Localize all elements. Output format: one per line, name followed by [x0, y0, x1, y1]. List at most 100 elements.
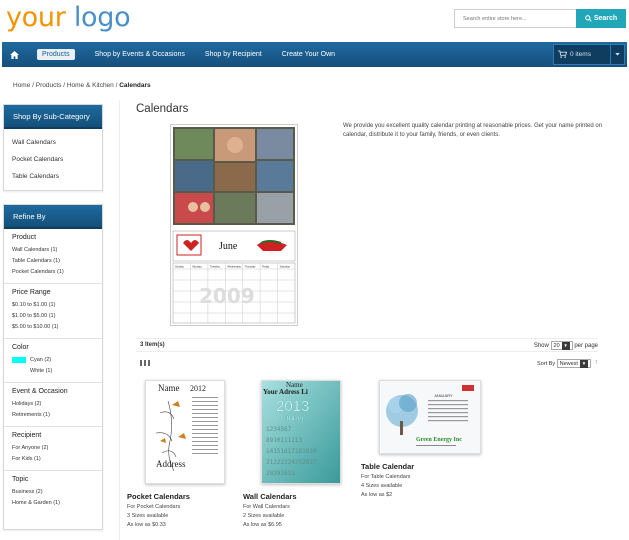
refine-group-title: Product — [12, 234, 37, 241]
sort-select[interactable]: Newest ▼ — [556, 358, 591, 368]
chevron-down-icon[interactable] — [610, 45, 624, 64]
breadcrumb: Home / Products / Home & Kitchen / Calen… — [13, 82, 151, 89]
breadcrumb-path[interactable]: Home / Products / Home & Kitchen / — [13, 82, 119, 89]
nav-item-recipient[interactable]: Shop by Recipient — [195, 42, 272, 67]
subcategory-wall[interactable]: Wall Calendars — [12, 134, 102, 151]
weekday-label: Tuesday — [210, 265, 221, 269]
refine-option-label: White (1) — [30, 368, 53, 374]
refine-option[interactable]: Wall Calendars (1) — [12, 245, 102, 256]
refine-group-title: Topic — [12, 476, 29, 483]
breadcrumb-current: Calendars — [119, 82, 151, 89]
chevron-down-icon: ▼ — [579, 359, 588, 368]
sort-value: Newest — [559, 360, 578, 367]
refine-option[interactable]: $1.00 to $5.00 (1) — [12, 311, 102, 322]
chevron-down-icon: ▼ — [561, 341, 570, 350]
nav-item-products[interactable]: Products — [27, 42, 85, 67]
refine-group-recipient: Recipient For Anyone (2) For Kids (1) — [4, 427, 102, 471]
refine-option[interactable]: Home & Garden (1) — [12, 498, 102, 509]
refine-group-price: Price Range $0.10 to $1.00 (1) $1.00 to … — [4, 284, 102, 339]
svg-text:1234567: 1234567 — [266, 426, 292, 433]
subcategory-panel: Shop By Sub-Category Wall Calendars Pock… — [3, 104, 103, 191]
per-page-value: 20 — [553, 342, 560, 349]
cart-count: 0 items — [570, 51, 591, 58]
sort-direction-arrow-icon[interactable]: ↑ — [595, 359, 599, 366]
nav-item-create[interactable]: Create Your Own — [272, 42, 345, 67]
product-thumbnail[interactable]: Name 2012 Address — [145, 380, 225, 484]
refine-option[interactable]: For Kids (1) — [12, 454, 102, 465]
search-button[interactable]: Search — [576, 9, 626, 28]
subcategory-title: Shop By Sub-Category — [4, 105, 102, 129]
refine-group-product: Product Wall Calendars (1) Table Calenda… — [4, 229, 102, 284]
refine-option-label: Cyan (2) — [30, 357, 52, 363]
thumb-footer: Address — [156, 459, 186, 469]
column-divider — [119, 100, 120, 540]
white-swatch — [12, 367, 26, 374]
site-logo[interactable]: your logo — [6, 2, 131, 33]
product-name[interactable]: Table Calendar — [361, 462, 471, 471]
subcategory-pocket[interactable]: Pocket Calendars — [12, 151, 102, 168]
home-icon — [10, 50, 19, 59]
per-page-label: per page — [574, 342, 598, 349]
home-nav-button[interactable] — [2, 42, 27, 67]
cyan-swatch — [12, 356, 26, 363]
nav-item-events[interactable]: Shop by Events & Occasions — [85, 42, 195, 67]
product-line: For Pocket Calendars — [127, 504, 181, 510]
product-card[interactable]: Name Your Adress Li 2013 October 1234567… — [243, 380, 353, 528]
refine-option[interactable]: Table Calendars (1) — [12, 256, 102, 267]
sorter: Sort By Newest ▼ ↑ — [537, 358, 599, 368]
refine-option-white[interactable]: White (1) — [12, 366, 102, 377]
subcategory-table[interactable]: Table Calendars — [12, 168, 102, 185]
refine-option-cyan[interactable]: Cyan (2) — [12, 355, 102, 366]
search-input[interactable] — [454, 9, 576, 28]
results-toolbar: 3 Item(s) Show 20 ▼ per page — [136, 338, 598, 352]
refine-option[interactable]: $5.00 to $10.00 (1) — [12, 322, 102, 333]
product-line: For Wall Calendars — [243, 504, 290, 510]
refine-group-title: Event & Occasion — [12, 388, 68, 395]
svg-text:8910111213: 8910111213 — [266, 437, 303, 444]
refine-group-event: Event & Occasion Holidays (2) Retirement… — [4, 383, 102, 427]
show-label: Show — [533, 342, 549, 349]
product-thumbnail[interactable]: Name Your Adress Li 2013 October 1234567… — [261, 380, 341, 484]
refine-option[interactable]: Retirements (1) — [12, 410, 102, 421]
refine-group-topic: Topic Business (2) Home & Garden (1) — [4, 471, 102, 514]
item-count: 3 Item(s) — [140, 342, 165, 348]
refine-option[interactable]: Pocket Calendars (1) — [12, 267, 102, 278]
per-page-select[interactable]: 20 ▼ — [550, 340, 573, 350]
product-line: 3 Sizes available — [127, 513, 169, 519]
product-line: 4 Sizes available — [361, 483, 403, 489]
product-line: 2 Sizes available — [243, 513, 285, 519]
product-thumbnail[interactable]: JANUARY Green Energy Inc — [379, 380, 481, 454]
thumb-title: Name — [158, 383, 180, 393]
search-bar: Search — [454, 9, 626, 28]
weekday-label: Thursday — [245, 265, 257, 269]
refine-panel: Refine By Product Wall Calendars (1) Tab… — [3, 204, 103, 530]
thumb-month: JANUARY — [434, 393, 453, 398]
cart-button[interactable]: 0 items — [553, 44, 625, 65]
weekday-label: Friday — [262, 265, 270, 269]
weekday-label: Wednesday — [227, 265, 241, 269]
product-card[interactable]: Name 2012 Address Pocket Calendars For P… — [127, 380, 237, 528]
svg-text:28293031: 28293031 — [266, 470, 295, 477]
thumb-company: Green Energy Inc — [416, 437, 462, 443]
grid-view-icon[interactable] — [140, 360, 150, 366]
svg-text:21222324252627: 21222324252627 — [266, 459, 317, 466]
svg-text:2009: 2009 — [199, 284, 255, 308]
main-nav: Products Shop by Events & Occasions Shop… — [2, 42, 627, 67]
sort-label: Sort By — [537, 360, 556, 367]
product-price: As low as $6.95 — [243, 522, 282, 528]
refine-title: Refine By — [4, 205, 102, 229]
thumb-month: October — [276, 414, 305, 423]
product-name[interactable]: Pocket Calendars — [127, 492, 237, 501]
limiter: Show 20 ▼ per page — [533, 340, 598, 350]
thumb-year: 2013 — [276, 398, 309, 415]
product-price: As low as $0.33 — [127, 522, 166, 528]
product-card[interactable]: JANUARY Green Energy Inc Table Calendar … — [361, 380, 481, 498]
refine-option[interactable]: Holidays (2) — [12, 399, 102, 410]
weekday-label: Sunday — [175, 265, 185, 269]
refine-option[interactable]: Business (2) — [12, 487, 102, 498]
refine-group-title: Recipient — [12, 432, 42, 439]
refine-option[interactable]: For Anyone (2) — [12, 443, 102, 454]
page-title: Calendars — [136, 103, 189, 115]
product-name[interactable]: Wall Calendars — [243, 492, 353, 501]
refine-option[interactable]: $0.10 to $1.00 (1) — [12, 300, 102, 311]
